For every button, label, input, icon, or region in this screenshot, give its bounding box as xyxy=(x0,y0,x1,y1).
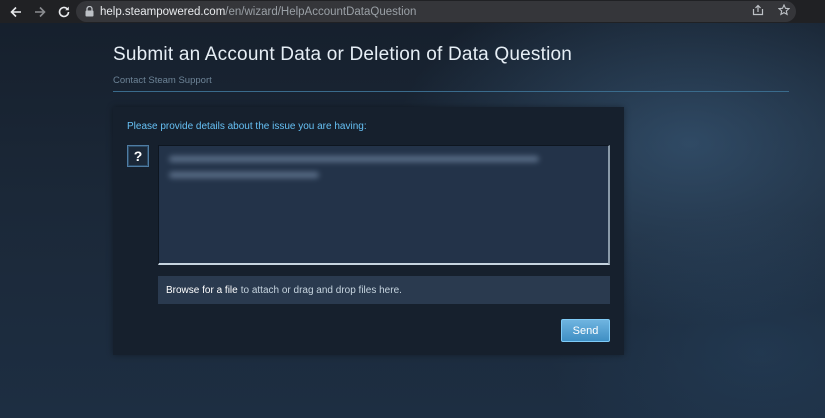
back-button[interactable] xyxy=(5,1,27,23)
question-panel: Please provide details about the issue y… xyxy=(113,107,624,355)
lock-icon[interactable] xyxy=(85,6,94,17)
url-host: help.steampowered.com xyxy=(100,5,226,18)
redacted-text-line xyxy=(169,172,319,178)
url-text[interactable]: help.steampowered.com/en/wizard/HelpAcco… xyxy=(100,6,416,18)
browse-file-link[interactable]: Browse for a file xyxy=(166,285,238,296)
forward-icon xyxy=(35,6,46,17)
breadcrumb-contact-support[interactable]: Contact Steam Support xyxy=(113,75,212,86)
address-bar-actions xyxy=(752,1,791,22)
title-divider xyxy=(113,91,789,92)
page-background: Submit an Account Data or Deletion of Da… xyxy=(0,23,825,418)
send-button[interactable]: Send xyxy=(561,319,610,342)
page-title: Submit an Account Data or Deletion of Da… xyxy=(113,44,573,65)
question-mark-icon: ? xyxy=(127,145,149,167)
details-textarea[interactable] xyxy=(158,145,610,265)
bookmark-star-icon[interactable] xyxy=(777,3,791,21)
redacted-text-line xyxy=(169,156,539,162)
back-icon xyxy=(10,6,21,17)
forward-button[interactable] xyxy=(29,1,51,23)
reload-icon xyxy=(58,6,70,17)
share-icon[interactable] xyxy=(752,3,764,21)
reload-button[interactable] xyxy=(53,1,75,23)
details-prompt: Please provide details about the issue y… xyxy=(127,121,367,132)
browser-toolbar: help.steampowered.com/en/wizard/HelpAcco… xyxy=(0,0,825,23)
address-bar[interactable]: help.steampowered.com/en/wizard/HelpAcco… xyxy=(76,1,796,22)
file-attach-dropzone[interactable]: Browse for a file to attach or drag and … xyxy=(158,276,610,304)
attach-instructions: to attach or drag and drop files here. xyxy=(240,284,402,296)
url-path: /en/wizard/HelpAccountDataQuestion xyxy=(225,5,417,18)
